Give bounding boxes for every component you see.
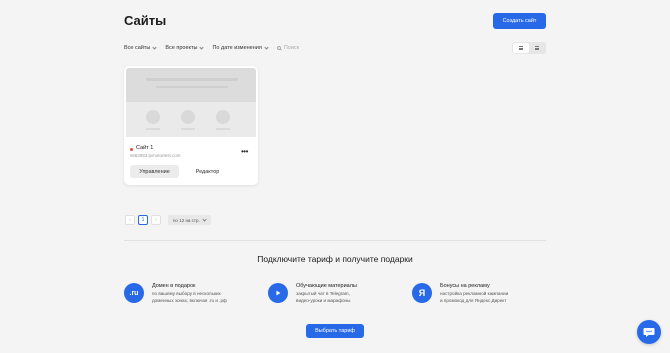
feature-learning: Обучающие материалы закрытый чат в Teleg…: [268, 283, 357, 304]
chevron-down-icon: [199, 44, 205, 50]
more-options-icon[interactable]: •••: [241, 148, 248, 156]
per-page-label: по 12 на стр.: [173, 217, 200, 223]
feature-desc-line: настройка рекламной кампании: [440, 291, 509, 296]
search-placeholder: Поиск: [283, 45, 300, 51]
list-view-button[interactable]: [529, 43, 545, 53]
all-projects-filter-label: Все проекты: [165, 45, 198, 51]
feature-title: Домен в подарок: [152, 283, 196, 289]
yandex-icon: Я: [412, 283, 432, 303]
prev-page-button[interactable]: ‹: [125, 215, 135, 225]
feature-title: Обучающие материалы: [296, 283, 357, 289]
feature-desc-line: видео-уроки и марафоны: [296, 297, 351, 303]
page-1-button[interactable]: 1: [138, 215, 148, 225]
feature-desc-line: по вашему выбору в нескольких: [152, 291, 221, 296]
feature-title: Бонусы на рекламу: [440, 283, 490, 289]
page-title: Сайты: [124, 13, 167, 28]
manage-button[interactable]: Управление: [130, 165, 179, 178]
feature-desc-line: доменных зонах, включая .ru и .рф: [152, 297, 227, 303]
choose-tariff-button[interactable]: Выбрать тариф: [306, 324, 364, 338]
editor-button[interactable]: Редактор: [183, 165, 232, 178]
sort-filter-label: По дате изменения: [212, 45, 262, 51]
feature-domain: .ru Домен в подарок по вашему выбору в н…: [124, 283, 227, 304]
chevron-down-icon: [152, 44, 157, 50]
chevron-down-icon: [264, 44, 269, 50]
play-icon: [268, 283, 288, 303]
site-status-dot: [130, 148, 133, 151]
chevron-down-icon: [202, 216, 207, 222]
search-input[interactable]: Поиск: [276, 45, 300, 51]
domain-ru-icon-label: .ru: [129, 289, 139, 297]
pagination: ‹ 1 › по 12 на стр.: [125, 215, 211, 225]
grid-view-button[interactable]: [513, 43, 529, 53]
chat-icon: [643, 328, 655, 337]
feature-ads: Я Бонусы на рекламу настройка рекламной …: [412, 283, 508, 304]
feature-desc-line: закрытый чат в Telegram,: [296, 291, 350, 296]
chat-button[interactable]: [637, 320, 661, 344]
sort-filter[interactable]: По дате изменения: [212, 44, 269, 51]
promo-title: Подключите тариф и получите подарки: [257, 254, 413, 264]
filters-bar: Все сайты Все проекты По дате изменения …: [124, 43, 299, 53]
grid-view-icon: [519, 46, 523, 50]
site-name[interactable]: Сайт 1: [136, 145, 153, 151]
all-sites-filter-label: Все сайты: [124, 45, 151, 51]
feature-desc-line: и промокод для Яндекс.Директ: [440, 297, 507, 303]
view-toggle: [512, 42, 546, 54]
site-domain[interactable]: s663083.lpmotortest.com: [130, 153, 181, 158]
divider: [124, 240, 546, 241]
per-page-select[interactable]: по 12 на стр.: [168, 215, 211, 225]
search-icon: [276, 46, 281, 50]
site-preview[interactable]: [126, 68, 256, 137]
all-projects-filter[interactable]: Все проекты: [165, 44, 205, 51]
yandex-icon-label: Я: [418, 288, 426, 298]
all-sites-filter[interactable]: Все сайты: [124, 44, 157, 51]
next-page-button[interactable]: ›: [151, 215, 161, 225]
create-site-button[interactable]: Создать сайт: [493, 13, 546, 29]
domain-ru-icon: .ru: [124, 283, 144, 303]
list-view-icon: [535, 46, 539, 50]
